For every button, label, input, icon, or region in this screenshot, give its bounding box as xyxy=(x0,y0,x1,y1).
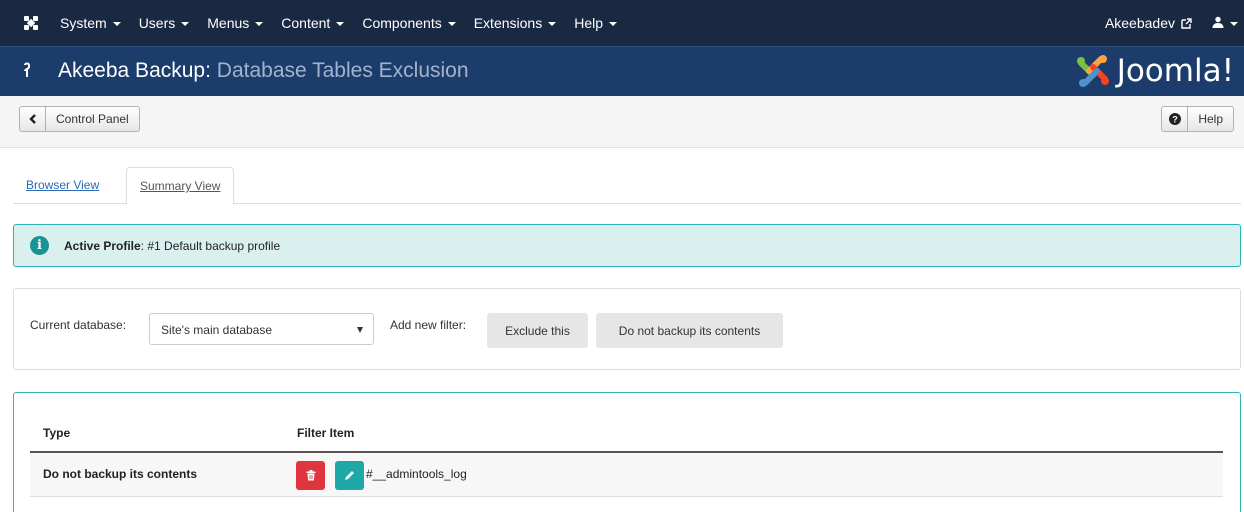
help-button[interactable]: ? Help xyxy=(1161,106,1234,132)
svg-text:?: ? xyxy=(1172,114,1178,124)
edit-filter-button[interactable] xyxy=(335,461,364,490)
menu-system[interactable]: System xyxy=(60,15,121,31)
akeeba-icon xyxy=(22,61,34,84)
chevron-left-icon xyxy=(20,107,46,131)
toolbar: Control Panel ? Help xyxy=(0,96,1244,148)
main-menu: System Users Menus Content Components Ex… xyxy=(60,0,635,46)
caret-down-icon xyxy=(181,22,190,26)
site-link[interactable]: Akeebadev xyxy=(1105,15,1192,31)
page-title: Akeeba Backup: Database Tables Exclusion xyxy=(58,59,469,82)
info-icon: i xyxy=(30,236,49,255)
view-tabs: Browser View Summary View xyxy=(13,167,1241,205)
dropdown-arrow-icon xyxy=(357,327,363,333)
database-select[interactable]: Site's main database xyxy=(149,313,374,345)
row-type: Do not backup its contents xyxy=(43,467,198,481)
caret-down-icon xyxy=(255,22,264,26)
menu-components[interactable]: Components xyxy=(362,15,456,31)
caret-down-icon xyxy=(447,22,456,26)
delete-filter-button[interactable] xyxy=(296,461,325,490)
trash-icon xyxy=(306,470,315,481)
page-header: Akeeba Backup: Database Tables Exclusion… xyxy=(0,46,1244,96)
pencil-icon xyxy=(345,471,354,480)
caret-down-icon xyxy=(548,22,557,26)
user-icon xyxy=(1212,16,1224,31)
current-database-label: Current database: xyxy=(30,318,127,332)
top-navbar: System Users Menus Content Components Ex… xyxy=(0,0,1244,46)
caret-down-icon xyxy=(1230,22,1238,26)
control-panel-button[interactable]: Control Panel xyxy=(19,106,140,132)
menu-extensions[interactable]: Extensions xyxy=(474,15,557,31)
filters-table-card: Type Filter Item Do not backup its conte… xyxy=(13,392,1241,512)
question-icon: ? xyxy=(1162,107,1189,131)
caret-down-icon xyxy=(112,22,121,26)
nav-right: Akeebadev xyxy=(1105,0,1244,46)
active-profile-alert: i Active Profile: #1 Default backup prof… xyxy=(13,224,1241,267)
joomla-flower-icon xyxy=(1076,55,1109,87)
filter-panel: Current database: Site's main database A… xyxy=(13,288,1241,370)
tab-summary-view[interactable]: Summary View xyxy=(126,167,235,205)
menu-menus[interactable]: Menus xyxy=(207,15,264,31)
column-header-type: Type xyxy=(43,426,71,440)
menu-help[interactable]: Help xyxy=(574,15,617,31)
joomla-logo-icon[interactable] xyxy=(19,11,43,35)
exclude-this-button[interactable]: Exclude this xyxy=(487,313,588,348)
external-link-icon xyxy=(1181,17,1192,29)
menu-users[interactable]: Users xyxy=(139,15,190,31)
user-menu[interactable] xyxy=(1212,16,1238,31)
joomla-brand-logo: Joomla! xyxy=(1073,51,1234,91)
tab-browser-view[interactable]: Browser View xyxy=(13,167,112,204)
caret-down-icon xyxy=(609,22,617,26)
row-filter-item: #__admintools_log xyxy=(366,467,467,481)
caret-down-icon xyxy=(336,22,345,26)
column-header-filter-item: Filter Item xyxy=(297,426,355,440)
active-profile-text: Active Profile: #1 Default backup profil… xyxy=(64,238,281,253)
menu-content[interactable]: Content xyxy=(281,15,345,31)
do-not-backup-button[interactable]: Do not backup its contents xyxy=(596,313,783,348)
add-filter-label: Add new filter: xyxy=(390,318,467,332)
table-row: Do not backup its contents #__admintools… xyxy=(30,453,1223,497)
